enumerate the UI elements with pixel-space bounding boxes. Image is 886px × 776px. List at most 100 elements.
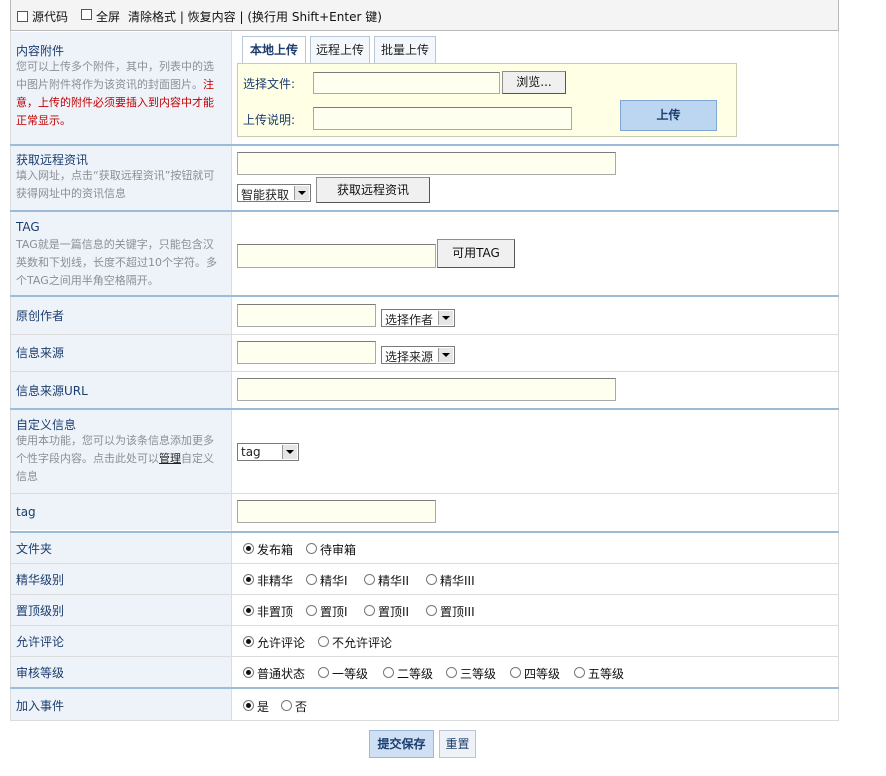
table-border-right bbox=[838, 31, 839, 721]
top-option-label[interactable]: 非置顶 bbox=[257, 603, 293, 620]
author-label: 原创作者 bbox=[16, 309, 65, 323]
row-divider bbox=[10, 594, 839, 595]
comment-radio[interactable] bbox=[318, 636, 329, 647]
source-select-value: 选择来源 bbox=[385, 350, 434, 364]
remote-url-input[interactable] bbox=[237, 152, 616, 175]
section-divider bbox=[10, 144, 839, 146]
source-url-input[interactable] bbox=[237, 378, 616, 401]
reset-button[interactable]: 重置 bbox=[439, 730, 476, 758]
folder-option-label[interactable]: 发布箱 bbox=[257, 541, 293, 558]
custom-field-select-value: tag bbox=[241, 445, 261, 459]
available-tag-button[interactable]: 可用TAG bbox=[437, 239, 515, 268]
folder-option-label[interactable]: 待审箱 bbox=[320, 541, 356, 558]
audit-option-label[interactable]: 一等级 bbox=[332, 665, 368, 682]
tab-batch-upload[interactable]: 批量上传 bbox=[374, 36, 436, 64]
upload-note-input[interactable] bbox=[313, 107, 572, 130]
elite-option-label[interactable]: 精华III bbox=[440, 572, 475, 589]
folder-radio[interactable] bbox=[306, 543, 317, 554]
top-radio[interactable] bbox=[364, 605, 375, 616]
section-divider bbox=[10, 210, 839, 212]
audit-radio[interactable] bbox=[446, 667, 457, 678]
author-input[interactable] bbox=[237, 304, 376, 327]
elite-radio[interactable] bbox=[306, 574, 317, 585]
upload-note-label: 上传说明: bbox=[243, 113, 296, 127]
folder-label: 文件夹 bbox=[16, 542, 53, 556]
submit-save-button[interactable]: 提交保存 bbox=[369, 730, 434, 758]
author-select[interactable]: 选择作者 bbox=[381, 309, 455, 327]
audit-option-label[interactable]: 普通状态 bbox=[257, 665, 305, 682]
audit-radio[interactable] bbox=[243, 667, 254, 678]
fullscreen-label[interactable]: 全屏 bbox=[96, 8, 120, 25]
row-divider bbox=[10, 625, 839, 626]
comment-option-label[interactable]: 允许评论 bbox=[257, 634, 305, 651]
audit-radio[interactable] bbox=[510, 667, 521, 678]
audit-option-label[interactable]: 二等级 bbox=[397, 665, 433, 682]
format-actions-text[interactable]: 清除格式 | 恢复内容 | (换行用 Shift+Enter 键) bbox=[128, 8, 382, 25]
top-radio[interactable] bbox=[243, 605, 254, 616]
source-url-label: 信息来源URL bbox=[16, 384, 88, 398]
elite-option-label[interactable]: 精华II bbox=[378, 572, 409, 589]
attachment-label: 内容附件 bbox=[16, 44, 65, 58]
comment-label: 允许评论 bbox=[16, 635, 65, 649]
remote-description: 填入网址，点击“获取远程资讯”按钮就可获得网址中的资讯信息 bbox=[16, 169, 215, 200]
audit-radio[interactable] bbox=[574, 667, 585, 678]
fetch-remote-button[interactable]: 获取远程资讯 bbox=[316, 177, 430, 203]
file-path-input[interactable] bbox=[313, 72, 500, 94]
fullscreen-checkbox[interactable] bbox=[81, 9, 92, 20]
custom-field-select[interactable]: tag bbox=[237, 443, 299, 461]
event-radio[interactable] bbox=[281, 700, 292, 711]
table-border-bottom bbox=[10, 720, 839, 721]
tag-label: TAG bbox=[16, 220, 40, 234]
top-option-label[interactable]: 置顶II bbox=[378, 603, 409, 620]
source-label: 信息来源 bbox=[16, 346, 65, 360]
column-divider bbox=[231, 31, 232, 721]
elite-radio[interactable] bbox=[364, 574, 375, 585]
chevron-down-icon bbox=[282, 445, 297, 459]
elite-radio[interactable] bbox=[426, 574, 437, 585]
folder-radio[interactable] bbox=[243, 543, 254, 554]
elite-option-label[interactable]: 非精华 bbox=[257, 572, 293, 589]
audit-radio[interactable] bbox=[383, 667, 394, 678]
audit-option-label[interactable]: 三等级 bbox=[460, 665, 496, 682]
source-select[interactable]: 选择来源 bbox=[381, 346, 455, 364]
section-divider bbox=[10, 295, 839, 297]
elite-radio[interactable] bbox=[243, 574, 254, 585]
comment-option-label[interactable]: 不允许评论 bbox=[332, 634, 392, 651]
manage-link[interactable]: 管理 bbox=[159, 452, 181, 465]
tag-field-input[interactable] bbox=[237, 500, 436, 523]
top-option-label[interactable]: 置顶III bbox=[440, 603, 475, 620]
row-divider bbox=[10, 493, 839, 494]
upload-button[interactable]: 上传 bbox=[620, 100, 717, 131]
elite-label: 精华级别 bbox=[16, 573, 65, 587]
audit-label: 审核等级 bbox=[16, 666, 65, 680]
top-label: 置顶级别 bbox=[16, 604, 65, 618]
custom-info-description: 使用本功能，您可以为该条信息添加更多个性字段内容。点击此处可以管理自定义信息 bbox=[16, 434, 214, 483]
tag-field-label: tag bbox=[16, 505, 36, 519]
remote-label: 获取远程资讯 bbox=[16, 153, 89, 167]
attachment-description: 您可以上传多个附件，其中，列表中的选中图片附件将作为该资讯的封面图片。注意，上传… bbox=[16, 60, 214, 127]
source-checkbox[interactable] bbox=[17, 11, 28, 22]
top-option-label[interactable]: 置顶I bbox=[320, 603, 348, 620]
elite-option-label[interactable]: 精华I bbox=[320, 572, 348, 589]
top-radio[interactable] bbox=[426, 605, 437, 616]
tab-local-upload[interactable]: 本地上传 bbox=[242, 36, 306, 65]
audit-option-label[interactable]: 五等级 bbox=[588, 665, 624, 682]
row-divider bbox=[10, 563, 839, 564]
tag-description: TAG就是一篇信息的关键字，只能包含汉英数和下划线，长度不超过10个字符。多个T… bbox=[16, 238, 217, 287]
chevron-down-icon bbox=[438, 311, 453, 325]
top-radio[interactable] bbox=[306, 605, 317, 616]
source-input[interactable] bbox=[237, 341, 376, 364]
browse-button[interactable]: 浏览... bbox=[502, 71, 566, 94]
event-radio[interactable] bbox=[243, 700, 254, 711]
event-option-label[interactable]: 是 bbox=[257, 698, 269, 715]
tab-remote-upload[interactable]: 远程上传 bbox=[310, 36, 370, 64]
fetch-mode-select[interactable]: 智能获取 bbox=[237, 184, 311, 202]
tag-input[interactable] bbox=[237, 244, 436, 268]
source-label[interactable]: 源代码 bbox=[32, 8, 68, 25]
comment-radio[interactable] bbox=[243, 636, 254, 647]
event-option-label[interactable]: 否 bbox=[295, 698, 307, 715]
section-divider bbox=[10, 531, 839, 533]
fetch-mode-value: 智能获取 bbox=[241, 188, 290, 202]
audit-radio[interactable] bbox=[318, 667, 329, 678]
audit-option-label[interactable]: 四等级 bbox=[524, 665, 560, 682]
